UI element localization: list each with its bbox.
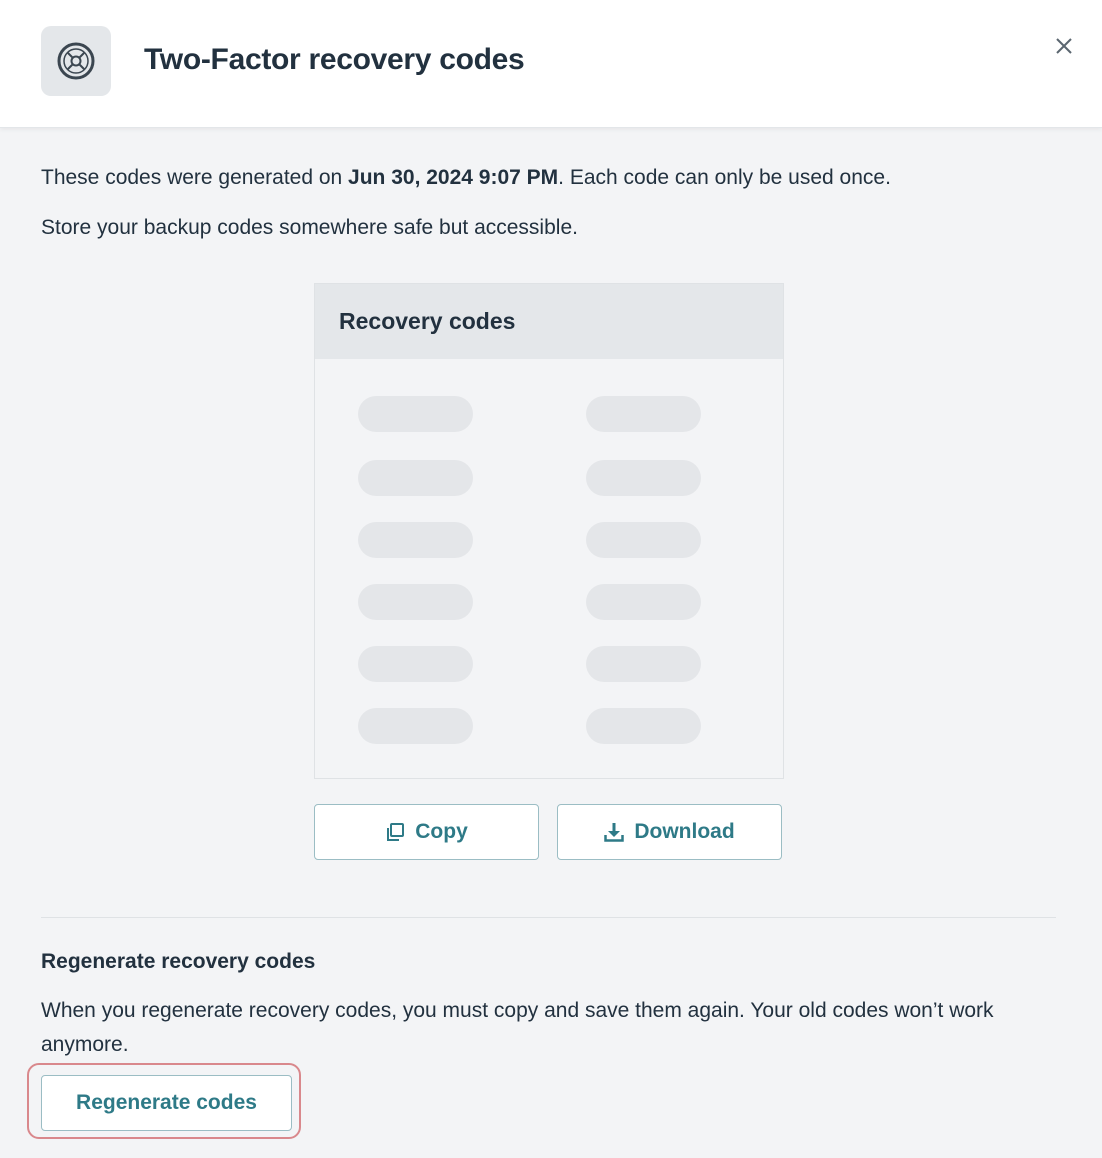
code-placeholder [358, 646, 473, 682]
generated-prefix: These codes were generated on [41, 166, 349, 189]
download-label: Download [634, 820, 735, 843]
storage-note: Store your backup codes somewhere safe b… [41, 216, 578, 239]
dialog-header: Two-Factor recovery codes [0, 0, 1102, 128]
generated-suffix: . Each code can only be used once. [558, 166, 891, 189]
regenerate-description: When you regenerate recovery codes, you … [41, 999, 994, 1056]
code-placeholder [586, 460, 701, 496]
regenerate-section-title: Regenerate recovery codes [41, 950, 316, 973]
copy-button[interactable]: Copy [314, 804, 539, 860]
recovery-codes-panel: Recovery codes [314, 283, 784, 779]
section-divider [41, 917, 1056, 918]
code-placeholder [586, 708, 701, 744]
copy-icon [387, 823, 405, 841]
code-placeholder [358, 708, 473, 744]
code-placeholder [358, 584, 473, 620]
generated-date: Jun 30, 2024 9:07 PM [348, 166, 559, 189]
generated-info: These codes were generated on Jun 30, 20… [41, 164, 891, 192]
code-placeholder [586, 646, 701, 682]
download-button[interactable]: Download [557, 804, 782, 860]
copy-label: Copy [415, 820, 468, 843]
recovery-codes-title: Recovery codes [315, 284, 783, 359]
safe-vault-icon [57, 42, 95, 80]
dialog-title: Two-Factor recovery codes [144, 43, 525, 76]
code-placeholder [358, 522, 473, 558]
code-placeholder [586, 396, 701, 432]
code-placeholder [586, 584, 701, 620]
code-placeholder [358, 396, 473, 432]
code-placeholder [358, 460, 473, 496]
code-placeholder [586, 522, 701, 558]
header-icon-container [41, 26, 111, 96]
download-icon [604, 823, 625, 842]
regenerate-codes-button[interactable]: Regenerate codes [41, 1075, 292, 1131]
close-button[interactable] [1050, 32, 1078, 60]
close-icon [1056, 38, 1072, 54]
